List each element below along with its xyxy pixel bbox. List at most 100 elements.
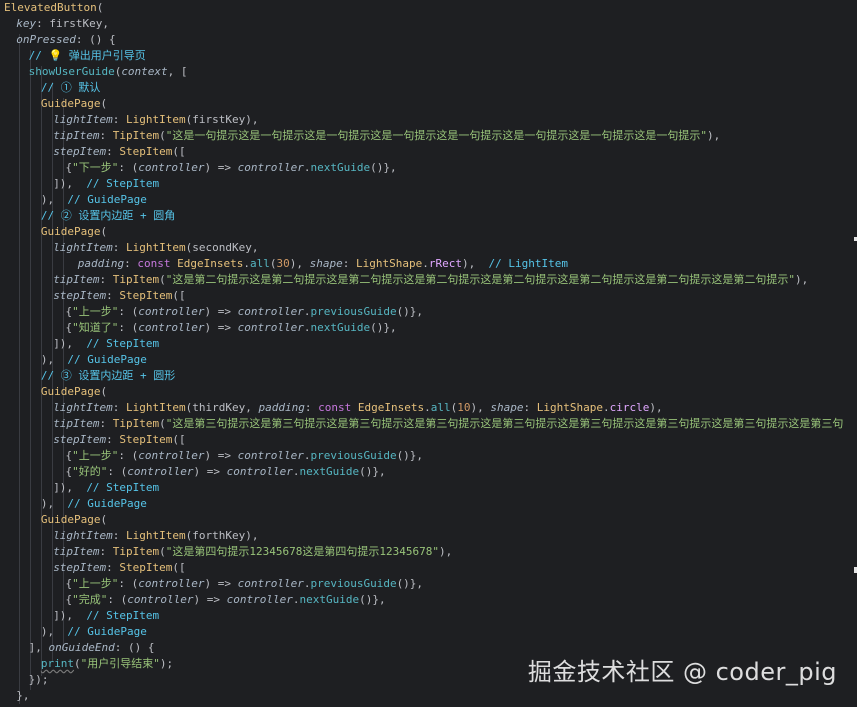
code-token: ([ — [172, 289, 186, 302]
code-token: GuidePage — [40, 225, 101, 238]
code-line[interactable]: key: firstKey, — [16, 16, 109, 32]
code-token: controller — [138, 161, 205, 174]
code-token: print — [40, 657, 75, 670]
code-line[interactable]: GuidePage( — [41, 96, 107, 112]
code-token: : — [342, 257, 357, 270]
code-line[interactable]: ]), // StepItem — [53, 336, 159, 352]
code-line[interactable]: {"下一步": (controller) => controller.nextG… — [66, 160, 397, 176]
code-line[interactable]: {"上一步": (controller) => controller.previ… — [66, 448, 424, 464]
code-line[interactable]: lightItem: LightItem(secondKey, — [53, 240, 258, 256]
code-line[interactable]: tipItem: TipItem("这是第二句提示这是第二句提示这是第二句提示这… — [53, 272, 808, 288]
code-line[interactable]: ElevatedButton( — [4, 0, 103, 16]
code-line[interactable]: // ① 默认 — [41, 80, 101, 96]
code-line[interactable]: tipItem: TipItem("这是一句提示这是一句提示这是一句提示这是一句… — [53, 128, 720, 144]
code-token: "这是第二句提示这是第二句提示这是第二句提示这是第二句提示这是第二句提示这是第二… — [165, 273, 796, 286]
code-token: : — [106, 145, 120, 158]
code-token: ) => — [193, 593, 227, 606]
code-line[interactable]: GuidePage( — [41, 224, 107, 240]
code-line[interactable]: ], onGuideEnd: () { — [29, 640, 155, 656]
code-line[interactable]: GuidePage( — [41, 512, 107, 528]
code-token: lightItem — [53, 113, 113, 126]
code-token: previousGuide — [310, 305, 397, 318]
code-token: }); — [28, 673, 49, 686]
code-line[interactable]: stepItem: StepItem([ — [53, 432, 185, 448]
code-token: ]), — [53, 609, 87, 622]
code-line[interactable]: ), // GuidePage — [41, 496, 147, 512]
code-token: onPressed — [16, 33, 76, 46]
code-line[interactable]: showUserGuide(context, [ — [29, 64, 188, 80]
code-line[interactable]: ]), // StepItem — [53, 480, 159, 496]
code-token: : ( — [118, 577, 139, 590]
code-line[interactable]: {"上一步": (controller) => controller.previ… — [66, 304, 424, 320]
code-token: padding — [77, 257, 125, 270]
code-token: ( — [159, 273, 166, 286]
code-token: controller — [138, 305, 205, 318]
code-line[interactable]: tipItem: TipItem("这是第四句提示12345678这是第四句提示… — [53, 544, 452, 560]
code-token: ), — [289, 257, 310, 270]
code-token: "上一步" — [72, 449, 119, 462]
code-token: "知道了" — [72, 321, 119, 334]
code-token: showUserGuide — [28, 65, 115, 78]
code-line[interactable]: ), // GuidePage — [41, 192, 147, 208]
code-token: StepItem — [119, 289, 173, 302]
code-token: ( — [96, 1, 104, 14]
code-token: previousGuide — [310, 577, 397, 590]
code-token: ( — [100, 97, 108, 110]
code-line[interactable]: {"好的": (controller) => controller.nextGu… — [66, 464, 386, 480]
code-token: tipItem — [53, 273, 100, 286]
code-token: ) => — [204, 449, 238, 462]
code-token: lightItem — [53, 401, 113, 414]
code-line[interactable]: lightItem: LightItem(forthKey), — [53, 528, 258, 544]
code-token: . — [424, 401, 431, 414]
code-line[interactable]: GuidePage( — [41, 384, 107, 400]
code-line[interactable]: }); — [29, 672, 49, 688]
code-token: stepItem — [53, 145, 107, 158]
code-line[interactable]: stepItem: StepItem([ — [53, 560, 185, 576]
code-line[interactable]: print("用户引导结束"); — [41, 656, 173, 672]
code-line[interactable]: ), // GuidePage — [41, 352, 147, 368]
code-token: ()}, — [359, 465, 386, 478]
code-token: : — [112, 401, 127, 414]
code-token: GuidePage — [40, 513, 101, 526]
indent-guide — [30, 50, 32, 690]
code-line[interactable]: ), // GuidePage — [41, 624, 147, 640]
code-line[interactable]: // ③ 设置内边距 + 圆形 — [41, 368, 175, 384]
code-line[interactable]: {"完成": (controller) => controller.nextGu… — [66, 592, 386, 608]
code-token: ); — [159, 657, 174, 670]
code-token: : firstKey, — [36, 17, 110, 30]
code-token: stepItem — [53, 561, 107, 574]
code-token: ) => — [193, 465, 227, 478]
code-line[interactable]: }, — [16, 688, 29, 704]
code-line[interactable]: ]), // StepItem — [53, 608, 159, 624]
code-token: ) => — [204, 321, 238, 334]
code-token: context — [121, 65, 168, 78]
code-token: previousGuide — [310, 449, 397, 462]
code-line[interactable]: ]), // StepItem — [53, 176, 159, 192]
code-line[interactable]: tipItem: TipItem("这是第三句提示这是第三句提示这是第三句提示这… — [53, 416, 843, 432]
code-token: key — [16, 17, 37, 30]
code-line[interactable]: lightItem: LightItem(thirdKey, padding: … — [53, 400, 662, 416]
code-token: ( — [100, 385, 108, 398]
code-line[interactable]: lightItem: LightItem(firstKey), — [53, 112, 258, 128]
code-line[interactable]: // 💡 弹出用户引导页 — [29, 48, 146, 64]
code-token: : ( — [107, 593, 128, 606]
code-token: EdgeInsets — [177, 257, 244, 270]
code-line[interactable]: // ② 设置内边距 + 圆角 — [41, 208, 175, 224]
code-token: ), — [795, 273, 809, 286]
code-line[interactable]: onPressed: () { — [16, 32, 115, 48]
code-token: : — [99, 129, 113, 142]
code-token: ()}, — [396, 577, 424, 590]
code-line[interactable]: stepItem: StepItem([ — [53, 144, 185, 160]
code-token: : — [106, 433, 120, 446]
code-line[interactable]: {"知道了": (controller) => controller.nextG… — [66, 320, 397, 336]
code-token: : — [112, 529, 127, 542]
code-line[interactable]: {"上一步": (controller) => controller.previ… — [66, 576, 424, 592]
code-token: controller — [138, 449, 205, 462]
code-token: "用户引导结束" — [80, 657, 160, 670]
code-token: nextGuide — [299, 593, 360, 606]
code-line[interactable]: padding: const EdgeInsets. all(30), shape… — [78, 256, 568, 272]
code-line[interactable]: stepItem: StepItem([ — [53, 288, 185, 304]
code-token: ( — [159, 129, 166, 142]
code-editor[interactable]: ElevatedButton(key: firstKey, onPressed: … — [0, 0, 857, 707]
code-token: ( — [269, 257, 277, 270]
